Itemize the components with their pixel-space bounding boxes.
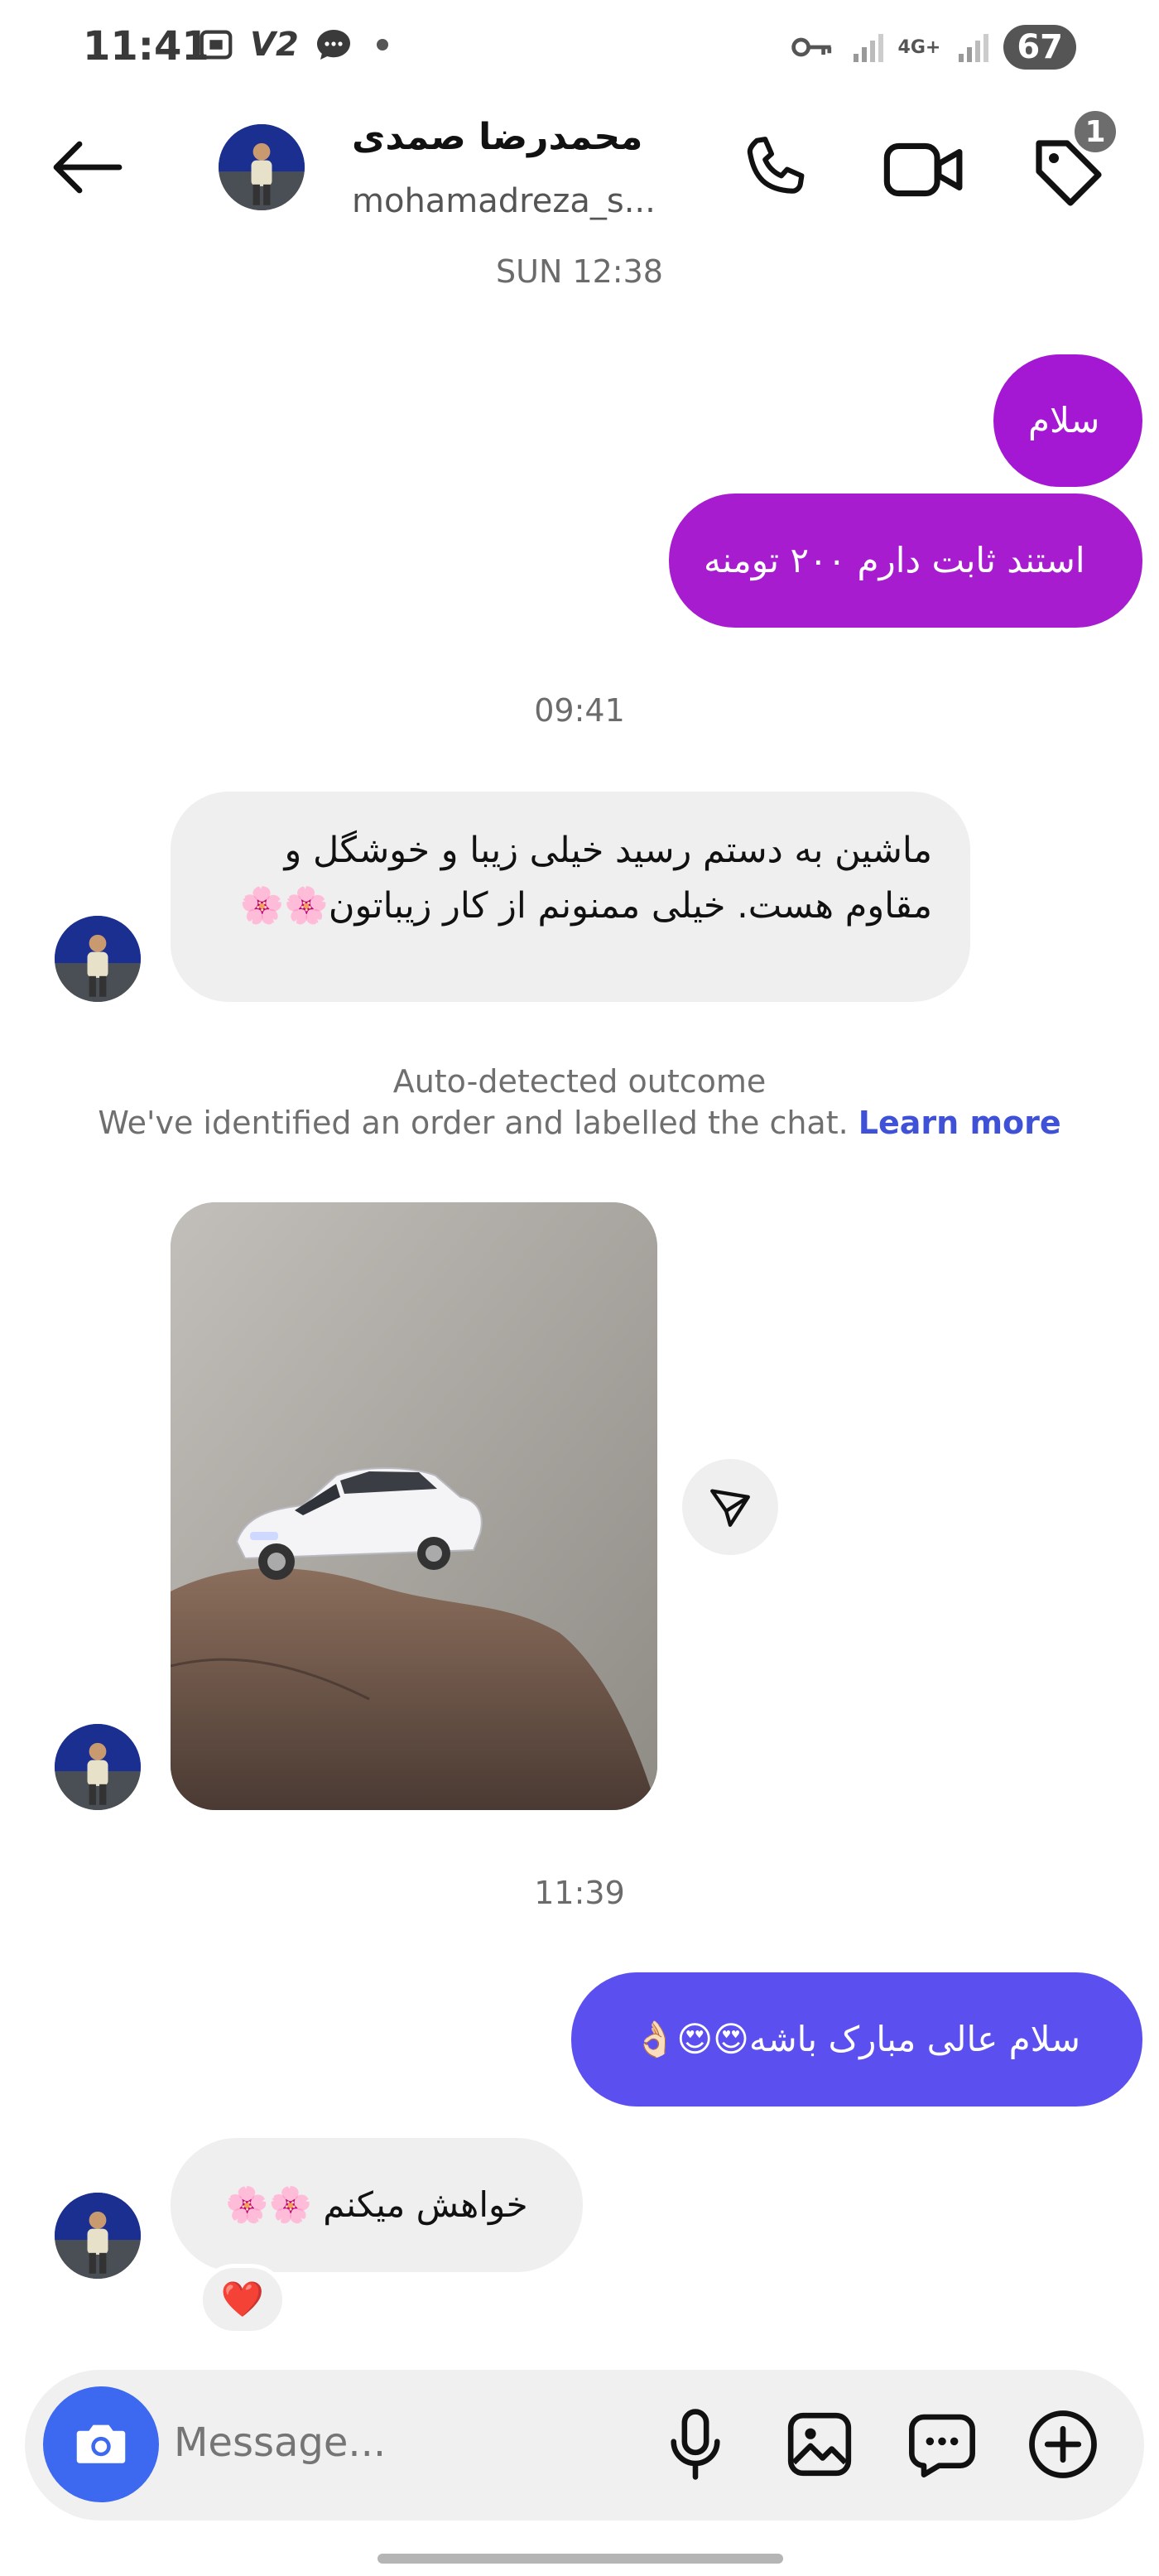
home-indicator[interactable] bbox=[378, 2554, 783, 2564]
gallery-button[interactable] bbox=[773, 2395, 866, 2494]
battery-indicator: 67 bbox=[1003, 25, 1076, 70]
plus-circle-icon bbox=[1029, 2410, 1097, 2478]
microphone-icon bbox=[671, 2409, 720, 2480]
more-options-button[interactable] bbox=[1017, 2395, 1109, 2494]
contact-avatar[interactable] bbox=[55, 1724, 141, 1810]
notice-body: We've identified an order and labelled t… bbox=[98, 1104, 849, 1141]
message-input[interactable] bbox=[174, 2401, 637, 2484]
learn-more-link[interactable]: Learn more bbox=[858, 1105, 1061, 1141]
dot-icon bbox=[376, 39, 388, 51]
timestamp: 09:41 bbox=[534, 692, 625, 729]
share-photo-button[interactable] bbox=[682, 1459, 778, 1555]
timestamp: SUN 12:38 bbox=[496, 253, 663, 290]
status-right-icons: 4G+ 67 bbox=[791, 25, 1076, 70]
signal-icon-2 bbox=[959, 34, 989, 62]
contact-avatar[interactable] bbox=[55, 2193, 141, 2279]
contact-display-name[interactable]: محمدرضا صمدی bbox=[352, 116, 642, 158]
message-text: خواهش میکنم 🌸🌸 bbox=[225, 2184, 528, 2226]
message-text: سلام عالی مبارک باشه😍😍👌🏻 bbox=[633, 2019, 1080, 2060]
incoming-message[interactable]: ماشین به دستم رسید خیلی زیبا و خوشگل و م… bbox=[171, 792, 970, 1002]
status-time: 11:41 bbox=[83, 23, 209, 70]
shared-photo[interactable] bbox=[171, 1202, 657, 1810]
car-in-hand-photo bbox=[171, 1202, 657, 1810]
video-call-button[interactable] bbox=[874, 124, 974, 215]
contact-avatar[interactable] bbox=[219, 124, 305, 210]
person-photo bbox=[55, 2193, 141, 2279]
voice-message-button[interactable] bbox=[654, 2395, 737, 2494]
carrier-label: V2 bbox=[250, 26, 299, 64]
message-text-line: مقاوم هست. خیلی ممنونم از کار زیباتون🌸🌸 bbox=[239, 884, 932, 927]
network-type: 4G+ bbox=[897, 36, 941, 58]
notice-title: Auto-detected outcome bbox=[392, 1063, 767, 1100]
call-button[interactable] bbox=[729, 124, 820, 215]
outgoing-message[interactable]: سلام bbox=[993, 354, 1142, 487]
timestamp: 11:39 bbox=[534, 1875, 625, 1911]
message-notification-icon bbox=[316, 30, 350, 60]
status-left-icons: V2 bbox=[197, 25, 388, 65]
auto-detected-notice: Auto-detected outcome We've identified a… bbox=[0, 1063, 1159, 1142]
person-photo bbox=[219, 124, 305, 210]
phone-icon bbox=[747, 137, 805, 194]
arrow-left-icon bbox=[53, 141, 123, 194]
back-button[interactable] bbox=[43, 132, 129, 202]
contact-avatar[interactable] bbox=[55, 916, 141, 1002]
incoming-message[interactable]: خواهش میکنم 🌸🌸 bbox=[171, 2138, 583, 2272]
outgoing-message[interactable]: استند ثابت دارم ۲۰۰ تومنه bbox=[669, 494, 1142, 628]
message-text: سلام bbox=[1028, 400, 1100, 441]
reaction-heart[interactable]: ❤️ bbox=[199, 2264, 286, 2335]
camera-icon bbox=[76, 2424, 126, 2463]
label-count-badge: 1 bbox=[1071, 108, 1119, 156]
contact-username[interactable]: mohamadreza_s... bbox=[352, 182, 656, 220]
person-photo bbox=[55, 1724, 141, 1810]
signal-icon bbox=[853, 34, 883, 62]
image-icon bbox=[787, 2412, 852, 2477]
outgoing-message[interactable]: سلام عالی مبارک باشه😍😍👌🏻 bbox=[571, 1972, 1142, 2107]
send-icon bbox=[710, 1489, 750, 1527]
video-camera-icon bbox=[883, 142, 963, 197]
message-text: استند ثابت دارم ۲۰۰ تومنه bbox=[704, 540, 1085, 581]
vpn-key-icon bbox=[791, 37, 831, 57]
sticker-button[interactable] bbox=[896, 2395, 988, 2494]
person-photo bbox=[55, 916, 141, 1002]
message-text-line: ماشین به دستم رسید خیلی زیبا و خوشگل و bbox=[284, 830, 932, 871]
screen-capture-icon bbox=[200, 30, 233, 60]
chat-bubble-icon bbox=[909, 2414, 975, 2477]
camera-button[interactable] bbox=[43, 2386, 159, 2502]
